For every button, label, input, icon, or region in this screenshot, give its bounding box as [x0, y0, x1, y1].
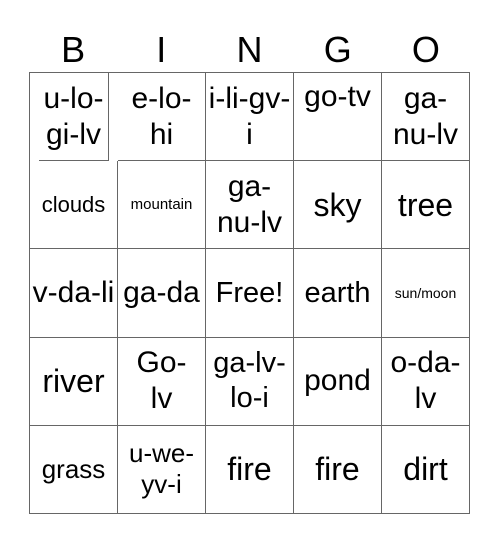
bingo-cell: u-lo-gi-lv	[39, 73, 109, 162]
header-letter-o: O	[411, 29, 440, 70]
bingo-cell: ga-lv-lo-i	[206, 337, 294, 426]
bingo-cell: fire	[294, 425, 382, 514]
bingo-cell: go-tv	[294, 73, 382, 162]
bingo-header: B I N G O	[29, 28, 470, 72]
bingo-cell: clouds	[30, 161, 118, 250]
bingo-cell: ga-da	[118, 249, 206, 338]
bingo-cell: e-lo-hi	[118, 73, 206, 162]
bingo-cell: river	[30, 337, 118, 426]
bingo-cell: v-da-li	[30, 249, 118, 338]
bingo-cell: ga-nu-lv	[382, 73, 470, 162]
bingo-cell: earth	[294, 249, 382, 338]
bingo-grid: u-lo-gi-lv e-lo-hi i-li-gv-i go-tv ga-nu…	[29, 72, 470, 514]
header-letter-i: I	[156, 29, 167, 70]
bingo-cell: tree	[382, 161, 470, 250]
header-letter-b: B	[61, 29, 86, 70]
bingo-cell: i-li-gv-i	[206, 73, 294, 162]
bingo-cell: pond	[294, 337, 382, 426]
bingo-cell: u-we-yv-i	[118, 425, 206, 514]
bingo-cell: mountain	[118, 161, 206, 250]
bingo-cell: sky	[294, 161, 382, 250]
bingo-cell: sun/moon	[382, 249, 470, 338]
header-letter-g: G	[323, 29, 352, 70]
free-space: Free!	[206, 249, 294, 338]
bingo-cell: grass	[30, 425, 118, 514]
bingo-cell: dirt	[382, 425, 470, 514]
bingo-cell: o-da-lv	[382, 337, 470, 426]
bingo-cell: ga-nu-lv	[206, 161, 294, 250]
bingo-cell: Go-lv	[118, 337, 206, 426]
header-letter-n: N	[236, 29, 263, 70]
bingo-cell: fire	[206, 425, 294, 514]
